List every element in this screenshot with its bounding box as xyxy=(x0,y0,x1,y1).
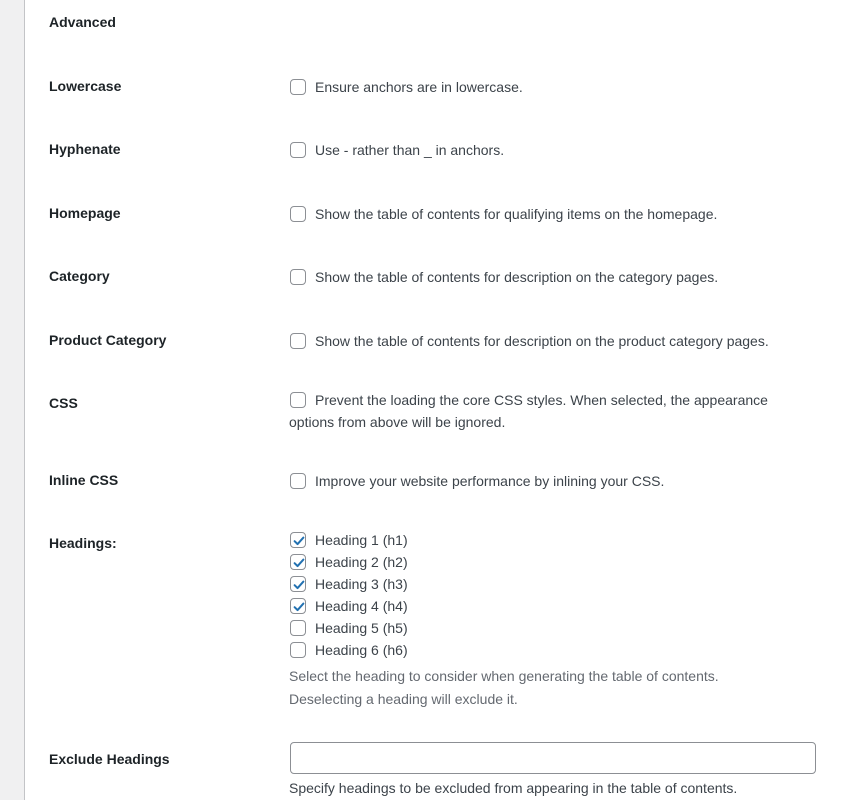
headings-help-line-2: Deselecting a heading will exclude it. xyxy=(289,691,518,707)
product-category-description: Show the table of contents for descripti… xyxy=(315,333,769,349)
inline-css-description: Improve your website performance by inli… xyxy=(315,473,665,489)
checkmark-icon xyxy=(293,536,305,546)
lowercase-description: Ensure anchors are in lowercase. xyxy=(315,79,523,95)
exclude-headings-input[interactable] xyxy=(290,742,816,774)
heading-2-label: Heading 2 (h2) xyxy=(315,554,408,570)
inline-css-checkbox[interactable] xyxy=(290,473,306,489)
category-label: Category xyxy=(49,268,110,284)
hyphenate-label: Hyphenate xyxy=(49,141,121,157)
exclude-headings-help: Specify headings to be excluded from app… xyxy=(289,780,738,796)
checkmark-icon xyxy=(293,580,305,590)
headings-label: Headings: xyxy=(49,535,117,551)
heading-1-checkbox[interactable] xyxy=(290,532,306,548)
heading-6-label: Heading 6 (h6) xyxy=(315,642,408,658)
exclude-headings-label: Exclude Headings xyxy=(49,751,170,767)
checkmark-icon xyxy=(293,558,305,568)
heading-5-label: Heading 5 (h5) xyxy=(315,620,408,636)
headings-help-line-1: Select the heading to consider when gene… xyxy=(289,668,719,684)
css-label: CSS xyxy=(49,395,78,411)
css-description: Prevent the loading the core CSS styles.… xyxy=(289,392,768,430)
heading-5-checkbox[interactable] xyxy=(290,620,306,636)
heading-3-label: Heading 3 (h3) xyxy=(315,576,408,592)
heading-1-label: Heading 1 (h1) xyxy=(315,532,408,548)
homepage-description: Show the table of contents for qualifyin… xyxy=(315,206,718,222)
inline-css-label: Inline CSS xyxy=(49,472,119,488)
category-checkbox[interactable] xyxy=(290,269,306,285)
lowercase-checkbox[interactable] xyxy=(290,79,306,95)
settings-panel: Advanced Lowercase Ensure anchors are in… xyxy=(24,0,865,800)
heading-3-checkbox[interactable] xyxy=(290,576,306,592)
heading-4-checkbox[interactable] xyxy=(290,598,306,614)
homepage-label: Homepage xyxy=(49,205,121,221)
product-category-label: Product Category xyxy=(49,332,167,348)
section-title: Advanced xyxy=(49,14,116,30)
checkmark-icon xyxy=(293,602,305,612)
heading-4-label: Heading 4 (h4) xyxy=(315,598,408,614)
hyphenate-description: Use - rather than _ in anchors. xyxy=(315,142,505,158)
heading-2-checkbox[interactable] xyxy=(290,554,306,570)
hyphenate-checkbox[interactable] xyxy=(290,142,306,158)
product-category-checkbox[interactable] xyxy=(290,333,306,349)
homepage-checkbox[interactable] xyxy=(290,206,306,222)
heading-6-checkbox[interactable] xyxy=(290,642,306,658)
lowercase-label: Lowercase xyxy=(49,78,122,94)
category-description: Show the table of contents for descripti… xyxy=(315,269,719,285)
